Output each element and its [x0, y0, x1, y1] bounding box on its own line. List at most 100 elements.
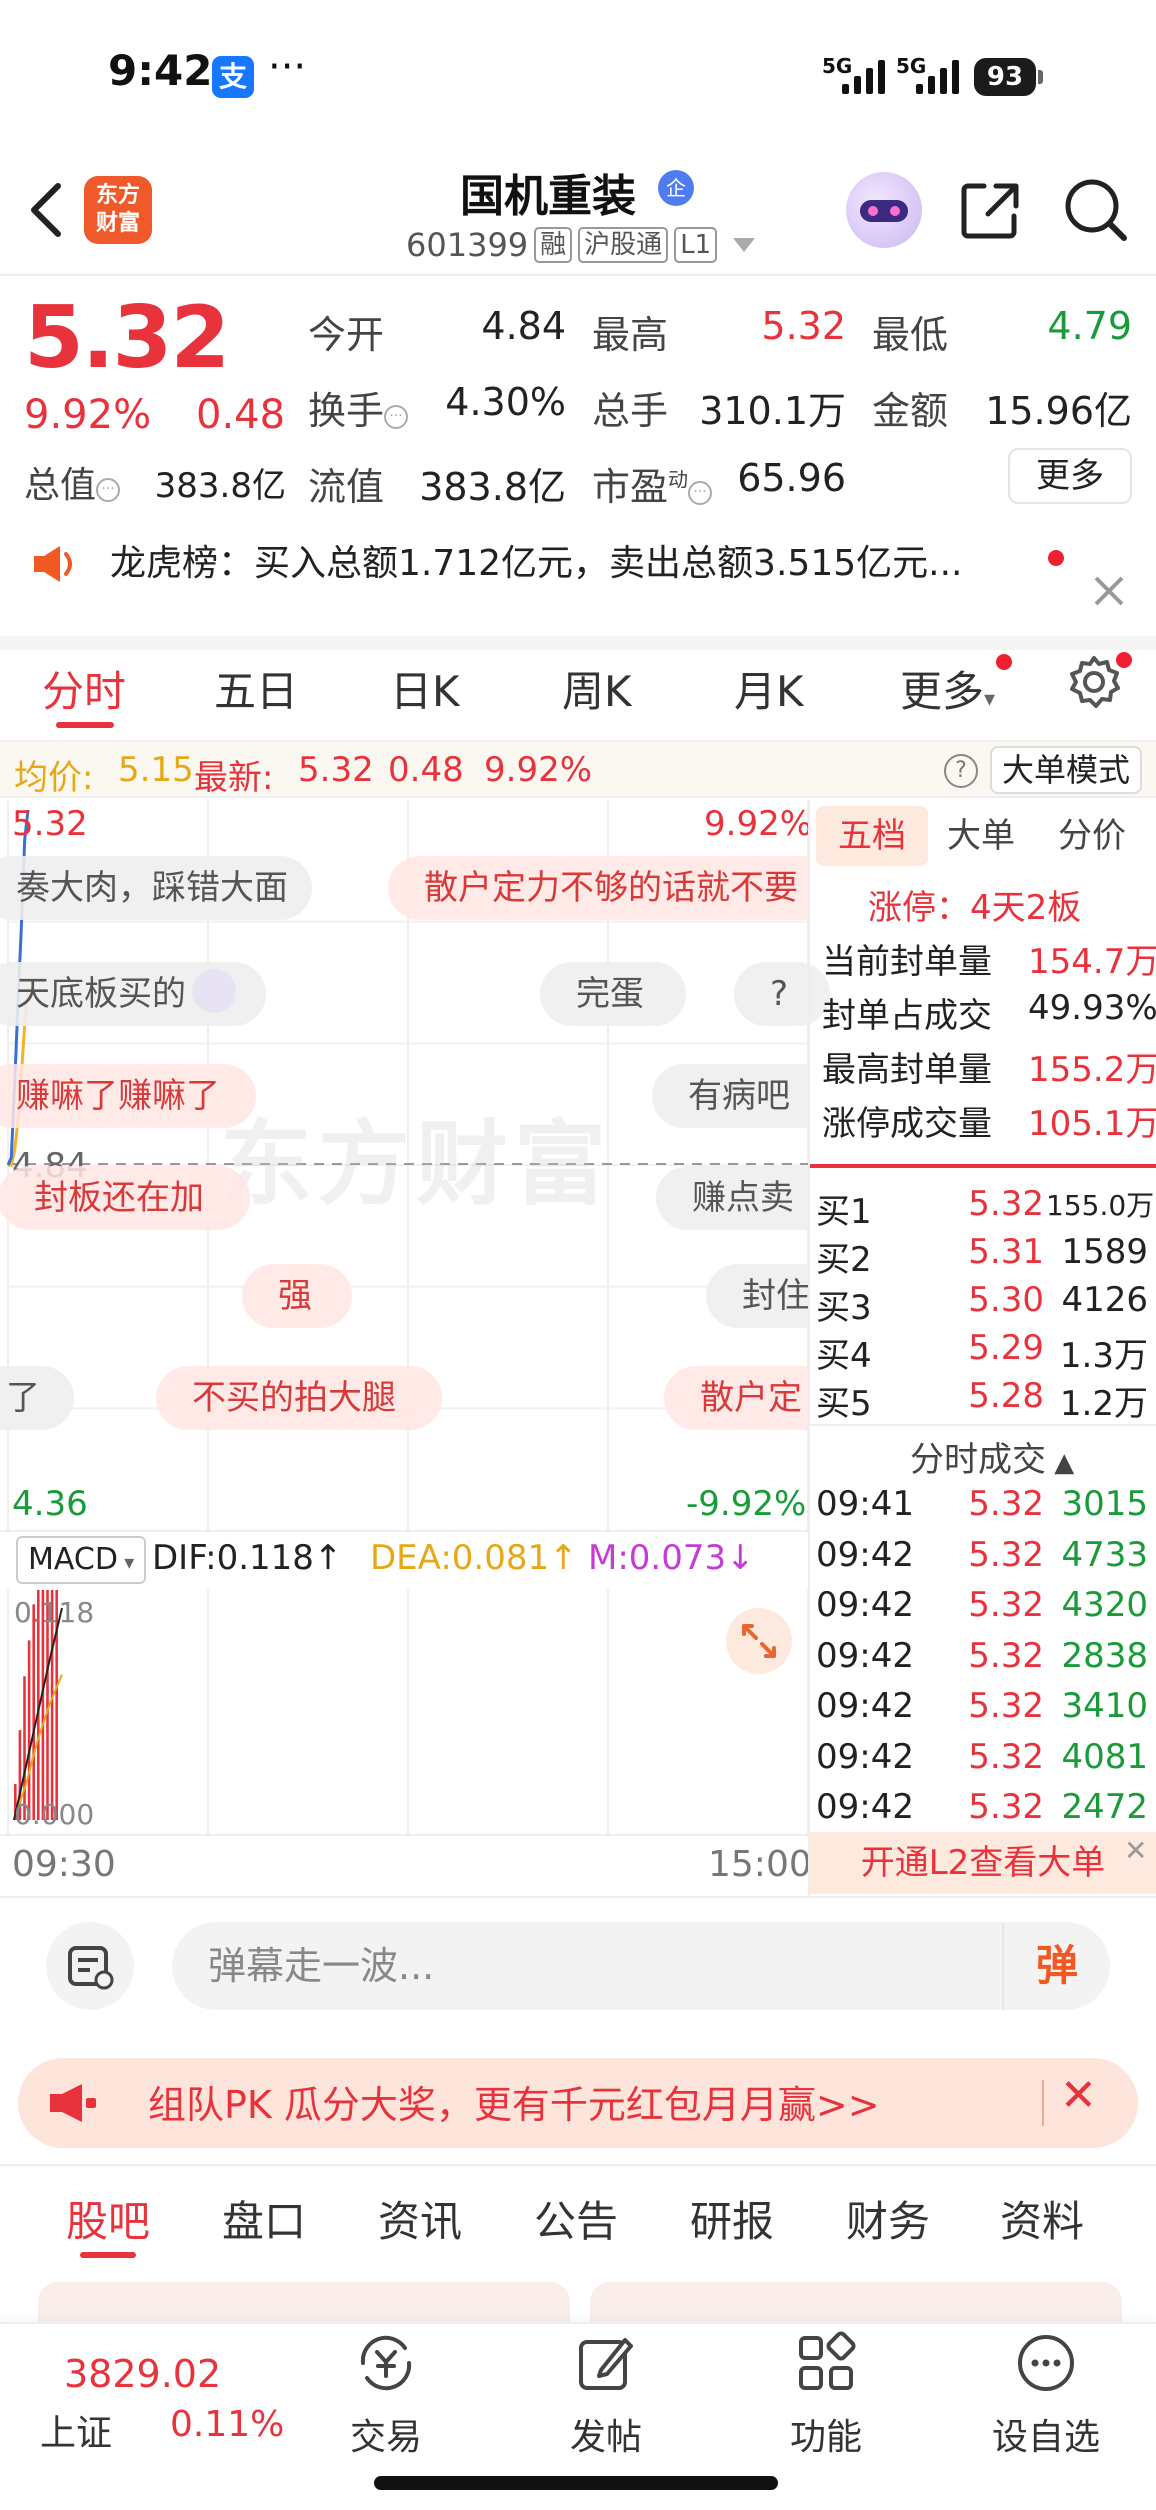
tab-announcements[interactable]: 公告 — [534, 2188, 618, 2249]
index-percent: 0.11% — [170, 2404, 285, 2445]
label-volume: 总手 — [592, 389, 669, 433]
danmaku-bubble[interactable]: 完蛋 — [540, 962, 686, 1026]
close-icon[interactable] — [1092, 574, 1126, 608]
search-button[interactable] — [1062, 176, 1130, 244]
danmaku-bubble[interactable]: ? — [734, 962, 830, 1026]
stock-code-row[interactable]: 601399 融 沪股通 L1 — [406, 226, 756, 264]
ticks-title-text: 分时成交 — [910, 1440, 1046, 1480]
tab-more[interactable]: 更多▾ — [900, 658, 995, 719]
tab-profile[interactable]: 资料 — [1000, 2188, 1084, 2249]
macd-chart[interactable] — [0, 1590, 808, 1834]
section-tab-underline — [80, 2252, 136, 2258]
bid-price: 5.28 — [968, 1376, 1044, 1416]
tick-time: 09:42 — [816, 1585, 914, 1625]
nav-trade[interactable]: 交易 — [316, 2330, 456, 2470]
pe-dynamic-sup: 动 — [668, 467, 689, 492]
promo-text: 组队PK 瓜分大奖，更有千元红包月月赢>> — [148, 2083, 880, 2127]
stat-label: 涨停成交量 — [822, 1104, 992, 1144]
tab-big-orders[interactable]: 大单 — [926, 806, 1036, 866]
tab-more-label: 更多 — [900, 667, 985, 716]
tab-five-day[interactable]: 五日 — [214, 658, 298, 719]
close-icon[interactable]: ✕ — [1060, 2070, 1097, 2121]
tab-forum[interactable]: 股吧 — [66, 2188, 150, 2249]
last-value: 5.32 — [298, 750, 374, 790]
ticks-title[interactable]: 分时成交 ▲ — [910, 1432, 1074, 1481]
tab-daily-k[interactable]: 日K — [390, 658, 460, 719]
tick-price: 5.32 — [968, 1736, 1044, 1777]
info-dots-icon[interactable]: ··· — [688, 481, 713, 505]
avg-value: 5.15 — [118, 750, 194, 790]
watermark: 东方财富 — [220, 1111, 613, 1218]
stat-value: 154.7万 — [1028, 942, 1156, 982]
change-amount: 0.48 — [196, 392, 286, 438]
dropdown-arrow-icon — [733, 238, 756, 252]
tab-order-book[interactable]: 盘口 — [222, 2188, 306, 2249]
settings-unread-dot — [1116, 652, 1132, 668]
danmaku-bubble[interactable]: 封板还在加 — [0, 1166, 250, 1230]
change-percent: 9.92% — [24, 392, 152, 438]
tab-five-levels[interactable]: 五档 — [816, 806, 928, 866]
nav-add-watchlist[interactable]: 设自选 — [976, 2330, 1116, 2470]
promo-divider — [1042, 2080, 1044, 2126]
danmaku-bubble[interactable]: 封住 — [706, 1264, 808, 1328]
bid-label: 买5 — [816, 1384, 872, 1424]
header-divider — [0, 274, 1156, 276]
tab-research[interactable]: 研报 — [690, 2188, 774, 2249]
close-icon[interactable]: ✕ — [1124, 1834, 1147, 1867]
stat-value: 105.1万 — [1028, 1104, 1156, 1144]
tab-news[interactable]: 资讯 — [378, 2188, 462, 2249]
info-dots-icon[interactable]: ··· — [96, 478, 121, 502]
nav-functions[interactable]: 功能 — [756, 2330, 896, 2470]
label-low: 最低 — [872, 313, 949, 357]
label-turnover: 换手 ··· — [308, 380, 409, 435]
danmaku-bubble[interactable]: 了 — [0, 1366, 74, 1430]
danmaku-bubble[interactable]: 散户定力不够的话就不要 — [388, 856, 808, 920]
tab-price-dist[interactable]: 分价 — [1036, 806, 1148, 866]
megaphone-icon — [34, 546, 72, 582]
danmaku-bubble[interactable]: 散户定 — [664, 1366, 808, 1430]
tab-monthly-k[interactable]: 月K — [734, 658, 804, 719]
bid-price: 5.29 — [968, 1328, 1044, 1368]
danmaku-bubble[interactable]: 不买的拍大腿 — [156, 1366, 442, 1430]
danmaku-settings-button[interactable] — [46, 1922, 134, 2010]
tab-weekly-k[interactable]: 周K — [562, 658, 632, 719]
indicator-select[interactable]: MACD ▾ — [16, 1536, 146, 1584]
status-time: 9:42 — [108, 46, 213, 95]
danmaku-bubble[interactable]: 强 — [242, 1264, 352, 1328]
app-logo[interactable]: 东方 财富 — [84, 176, 152, 244]
tick-volume: 2472 — [1061, 1787, 1148, 1827]
expand-chart-button[interactable] — [726, 1608, 792, 1674]
nav-post[interactable]: 发帖 — [536, 2330, 676, 2470]
danmaku-bubble[interactable]: 天底板买的 — [0, 962, 266, 1026]
macd-grid — [7, 1590, 808, 1834]
more-quote-button[interactable]: 更多 — [1008, 448, 1132, 504]
chart-settings-button[interactable] — [1066, 654, 1122, 710]
signal-bars-2 — [916, 60, 959, 94]
y-label-top-right: 9.92% — [704, 804, 813, 844]
big-order-mode-button[interactable]: 大单模式 — [990, 746, 1142, 794]
label-turnover-text: 换手 — [308, 389, 385, 433]
bid-volume: 155.0万 — [1046, 1189, 1155, 1222]
l2-upgrade-banner[interactable]: 开通L2查看大单 — [810, 1832, 1156, 1894]
tick-price: 5.32 — [968, 1484, 1044, 1524]
more-unread-dot — [996, 654, 1012, 670]
info-dots-icon[interactable]: ··· — [384, 405, 409, 429]
share-button[interactable] — [958, 178, 1022, 242]
tab-intraday[interactable]: 分时 — [42, 658, 126, 719]
macd-y-top: 0.118 — [14, 1596, 95, 1629]
signal-bars-1 — [842, 60, 885, 94]
tab-financials[interactable]: 财务 — [846, 2188, 930, 2249]
label-amount: 金额 — [872, 389, 949, 433]
danmaku-bubble[interactable]: 奏大肉，踩错大面 — [0, 856, 312, 920]
value-open: 4.84 — [481, 304, 566, 348]
ai-assistant-avatar[interactable] — [846, 172, 922, 248]
right-panel-divider — [808, 800, 810, 1896]
danmaku-bubble[interactable]: 有病吧 — [652, 1064, 808, 1128]
send-danmaku-button[interactable]: 弹 — [1002, 1922, 1110, 2010]
danmaku-input[interactable]: 弹幕走一波... — [172, 1922, 1110, 2010]
emoji-sticker-icon — [192, 969, 236, 1013]
help-icon[interactable]: ? — [944, 754, 978, 788]
danmaku-bubble[interactable]: 赚嘛了赚嘛了 — [0, 1064, 256, 1128]
back-button[interactable] — [22, 180, 72, 240]
danmaku-bubble[interactable]: 赚点卖 — [656, 1166, 808, 1230]
